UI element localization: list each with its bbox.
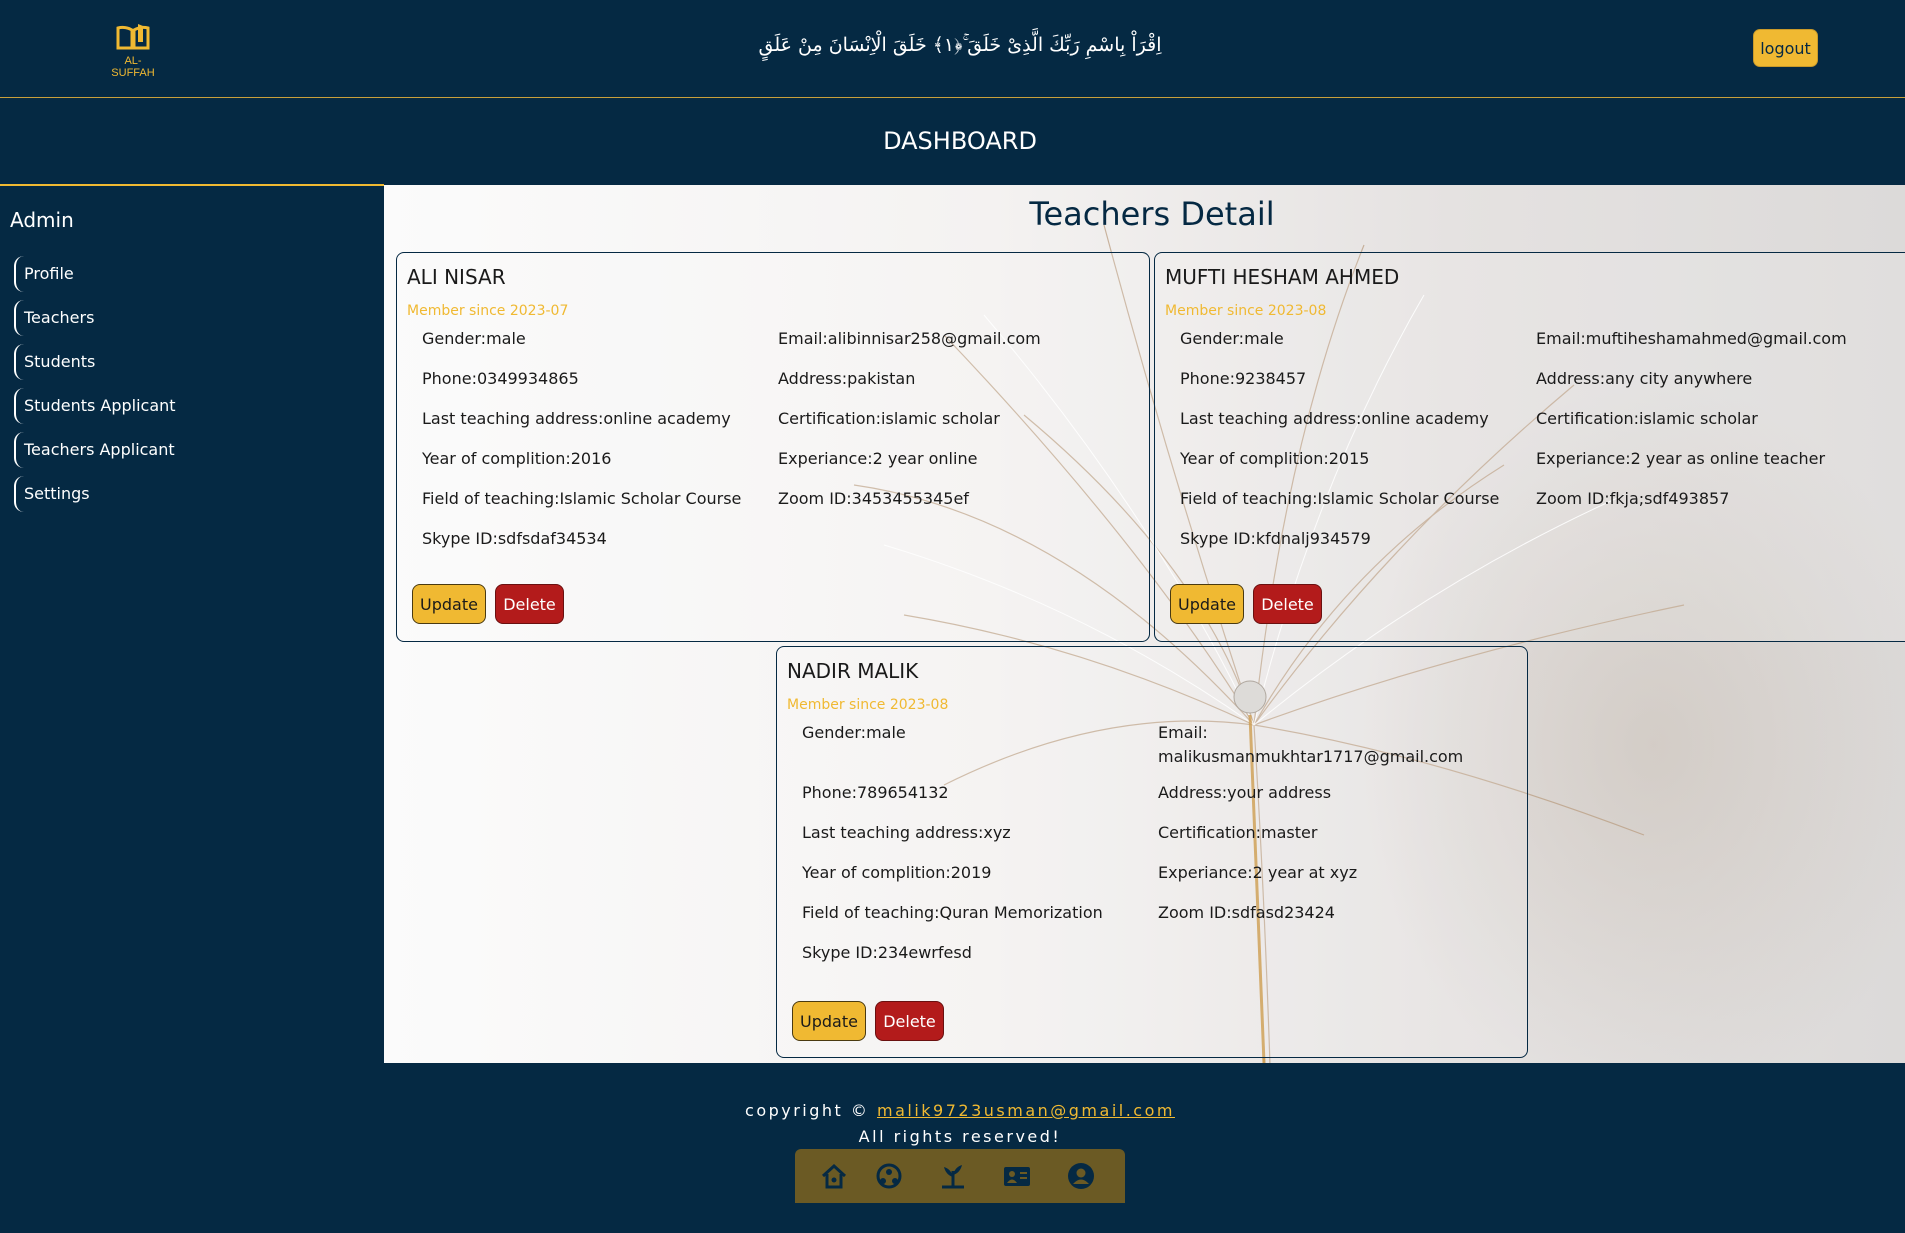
phone-field: Phone:9238457 <box>1180 369 1307 388</box>
contact-card-icon[interactable] <box>1002 1161 1032 1191</box>
delete-button[interactable]: Delete <box>1253 584 1322 624</box>
gender-field: Gender:male <box>802 723 906 742</box>
certification-field: Certification:islamic scholar <box>778 409 1000 428</box>
account-icon[interactable] <box>1066 1161 1096 1191</box>
member-since: Member since 2023-07 <box>407 303 569 319</box>
email-field: Email:alibinnisar258@gmail.com <box>778 329 1041 348</box>
gender-field: Gender:male <box>1180 329 1284 348</box>
copyright-text: copyright © <box>745 1101 870 1120</box>
experience-field: Experiance:2 year at xyz <box>1158 863 1358 882</box>
delete-button[interactable]: Delete <box>875 1001 944 1041</box>
sidebar-nav: Profile Teachers Students Students Appli… <box>14 256 176 520</box>
sidebar-item-teachers-applicant[interactable]: Teachers Applicant <box>14 432 176 468</box>
last-teaching-address-field: Last teaching address:xyz <box>802 823 1011 842</box>
phone-field: Phone:0349934865 <box>422 369 579 388</box>
sidebar-item-students-applicant[interactable]: Students Applicant <box>14 388 176 424</box>
footer-rights: All rights reserved! <box>858 1127 1062 1146</box>
experience-field: Experiance:2 year online <box>778 449 978 468</box>
home-icon[interactable] <box>819 1161 849 1191</box>
year-field: Year of complition:2019 <box>802 863 992 882</box>
bottom-nav <box>795 1149 1125 1203</box>
footer-email-link[interactable]: malik9723usman@gmail.com <box>877 1101 1175 1120</box>
address-field: Address:your address <box>1158 783 1332 802</box>
member-since: Member since 2023-08 <box>787 697 949 713</box>
email-value: malikusmanmukhtar1717@gmail.com <box>1158 747 1464 766</box>
delete-button[interactable]: Delete <box>495 584 564 624</box>
certification-field: Certification:islamic scholar <box>1536 409 1758 428</box>
zoom-id-field: Zoom ID:sdfasd23424 <box>1158 903 1335 922</box>
teacher-card: MUFTI HESHAM AHMED Member since 2023-08 … <box>1154 252 1905 642</box>
member-since: Member since 2023-08 <box>1165 303 1327 319</box>
sidebar: Admin Profile Teachers Students Students… <box>0 184 384 1066</box>
teacher-name: MUFTI HESHAM AHMED <box>1165 265 1400 289</box>
top-bar: AL-SUFFAH اِقْرَاْ بِاسْمِ رَبِّكَ الَّذ… <box>0 0 1905 98</box>
community-icon[interactable] <box>874 1161 904 1191</box>
phone-field: Phone:789654132 <box>802 783 949 802</box>
last-teaching-address-field: Last teaching address:online academy <box>1180 409 1489 428</box>
email-field: Email: malikusmanmukhtar1717@gmail.com <box>1158 721 1463 769</box>
sidebar-item-teachers[interactable]: Teachers <box>14 300 176 336</box>
email-label: Email: <box>1158 723 1208 742</box>
last-teaching-address-field: Last teaching address:online academy <box>422 409 731 428</box>
update-button[interactable]: Update <box>412 584 486 624</box>
skype-id-field: Skype ID:234ewrfesd <box>802 943 972 962</box>
skype-id-field: Skype ID:kfdnalj934579 <box>1180 529 1371 548</box>
update-button[interactable]: Update <box>1170 584 1244 624</box>
logout-button[interactable]: logout <box>1753 29 1818 67</box>
update-button[interactable]: Update <box>792 1001 866 1041</box>
logo-text: AL-SUFFAH <box>111 55 155 79</box>
certification-field: Certification:master <box>1158 823 1318 842</box>
field-of-teaching: Field of teaching:Islamic Scholar Course <box>1180 489 1500 508</box>
email-field: Email:muftiheshamahmed@gmail.com <box>1536 329 1847 348</box>
zoom-id-field: Zoom ID:fkja;sdf493857 <box>1536 489 1730 508</box>
teacher-name: ALI NISAR <box>407 265 506 289</box>
address-field: Address:pakistan <box>778 369 916 388</box>
year-field: Year of complition:2015 <box>1180 449 1370 468</box>
gender-field: Gender:male <box>422 329 526 348</box>
year-field: Year of complition:2016 <box>422 449 612 468</box>
quran-verse: اِقْرَاْ بِاسْمِ رَبِّكَ الَّذِیْ خَلَقَ… <box>758 34 1162 56</box>
dashboard-title: DASHBOARD <box>883 127 1037 155</box>
sidebar-item-profile[interactable]: Profile <box>14 256 176 292</box>
sidebar-item-students[interactable]: Students <box>14 344 176 380</box>
teacher-card: ALI NISAR Member since 2023-07 Gender:ma… <box>396 252 1150 642</box>
sidebar-heading: Admin <box>10 208 74 232</box>
address-field: Address:any city anywhere <box>1536 369 1753 388</box>
field-of-teaching: Field of teaching:Quran Memorization <box>802 903 1103 922</box>
page-title: Teachers Detail <box>1029 195 1275 233</box>
teacher-card: NADIR MALIK Member since 2023-08 Gender:… <box>776 646 1528 1058</box>
field-of-teaching: Field of teaching:Islamic Scholar Course <box>422 489 742 508</box>
zoom-id-field: Zoom ID:3453455345ef <box>778 489 969 508</box>
teacher-name: NADIR MALIK <box>787 659 919 683</box>
skype-id-field: Skype ID:sdfsdaf34534 <box>422 529 607 548</box>
main-content: Teachers Detail ALI NISAR Member since 2… <box>384 185 1905 1063</box>
footer-copyright: copyright © malik9723usman@gmail.com <box>0 1101 1905 1120</box>
experience-field: Experiance:2 year as online teacher <box>1536 449 1826 468</box>
growth-icon[interactable] <box>938 1161 968 1191</box>
sidebar-item-settings[interactable]: Settings <box>14 476 176 512</box>
